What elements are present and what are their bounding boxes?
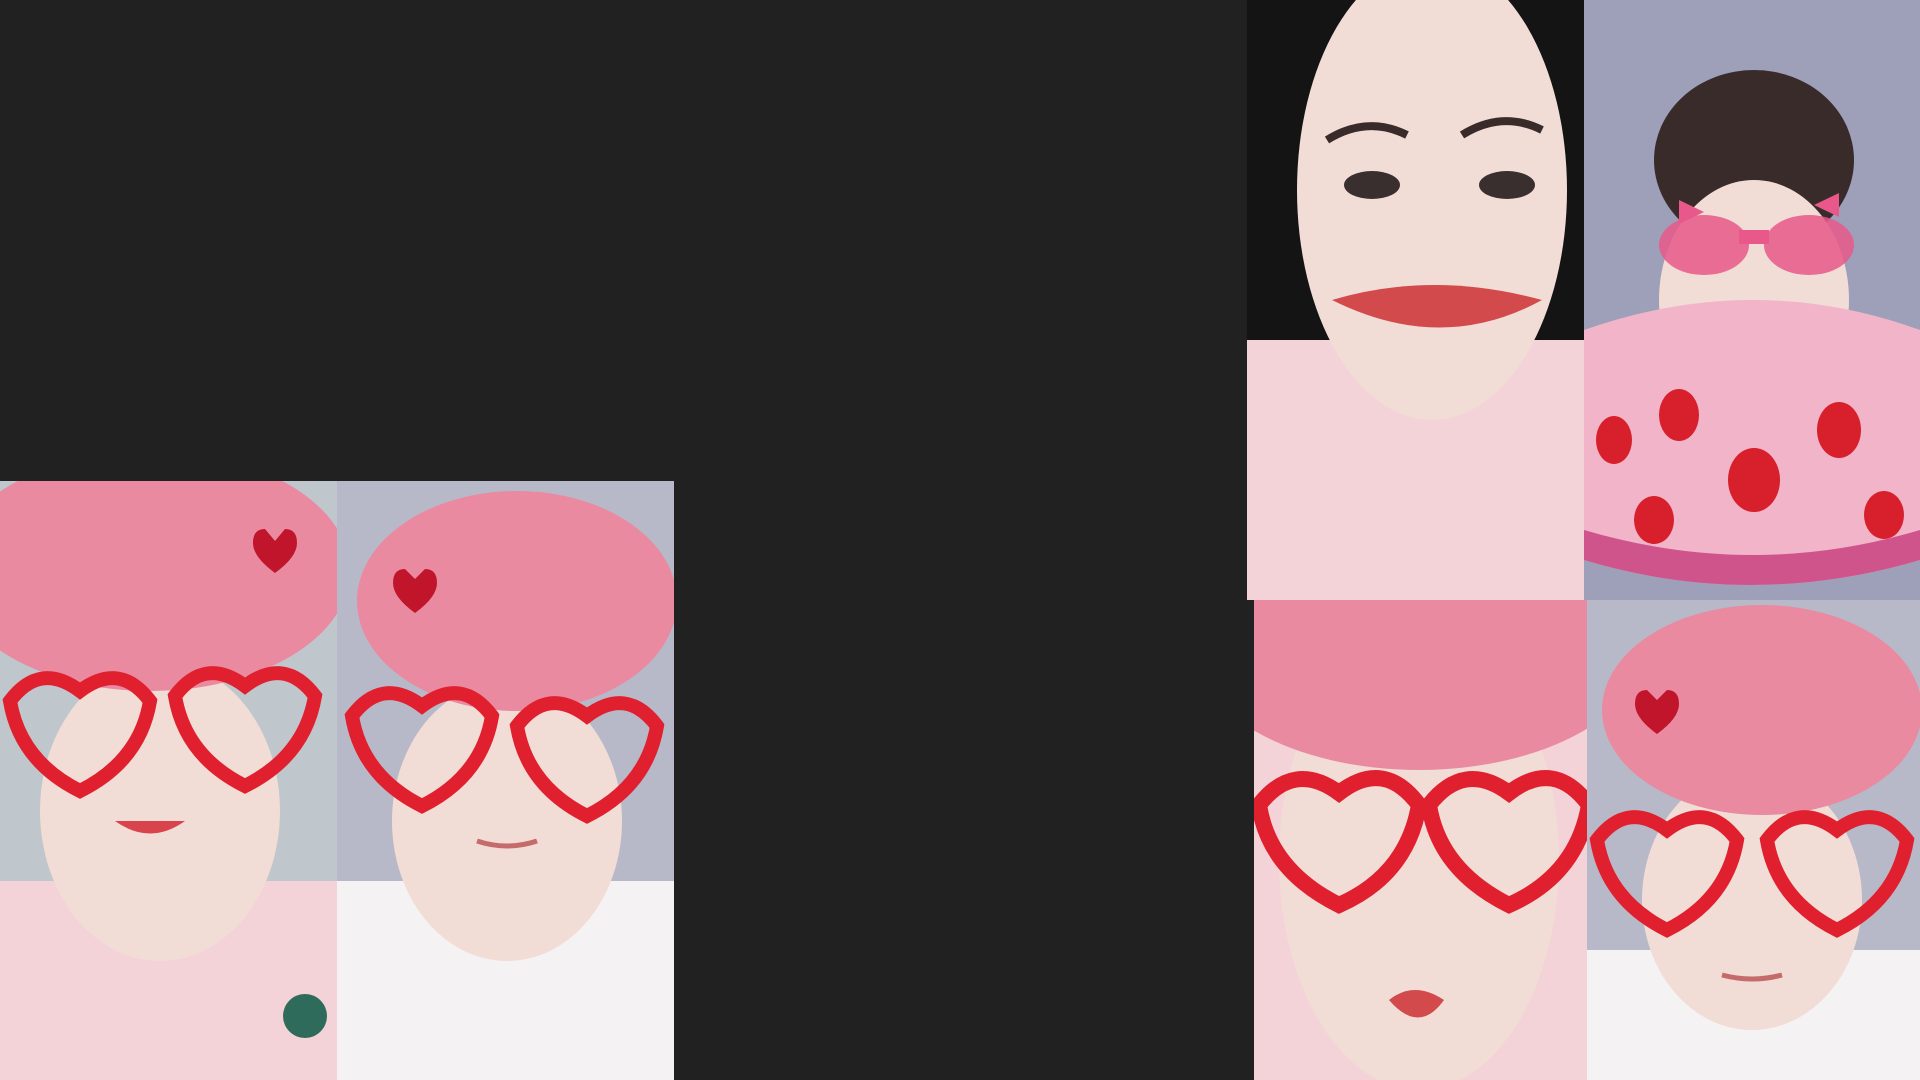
camera-feed-image: [1587, 600, 1920, 1080]
video-tile-participant-5[interactable]: [1254, 600, 1587, 1080]
camera-feed-image: [1254, 600, 1587, 1080]
video-call-grid: [0, 0, 1920, 1080]
video-tile-participant-6[interactable]: [1587, 600, 1920, 1080]
camera-feed-image: [1584, 0, 1920, 600]
camera-feed-image: [1247, 0, 1584, 600]
video-tile-participant-2[interactable]: [337, 481, 674, 1080]
video-tile-participant-4[interactable]: [1584, 0, 1920, 600]
video-tile-participant-3[interactable]: [1247, 0, 1584, 600]
camera-feed-image: [0, 481, 337, 1080]
video-tile-participant-1[interactable]: [0, 481, 337, 1080]
camera-feed-image: [337, 481, 674, 1080]
